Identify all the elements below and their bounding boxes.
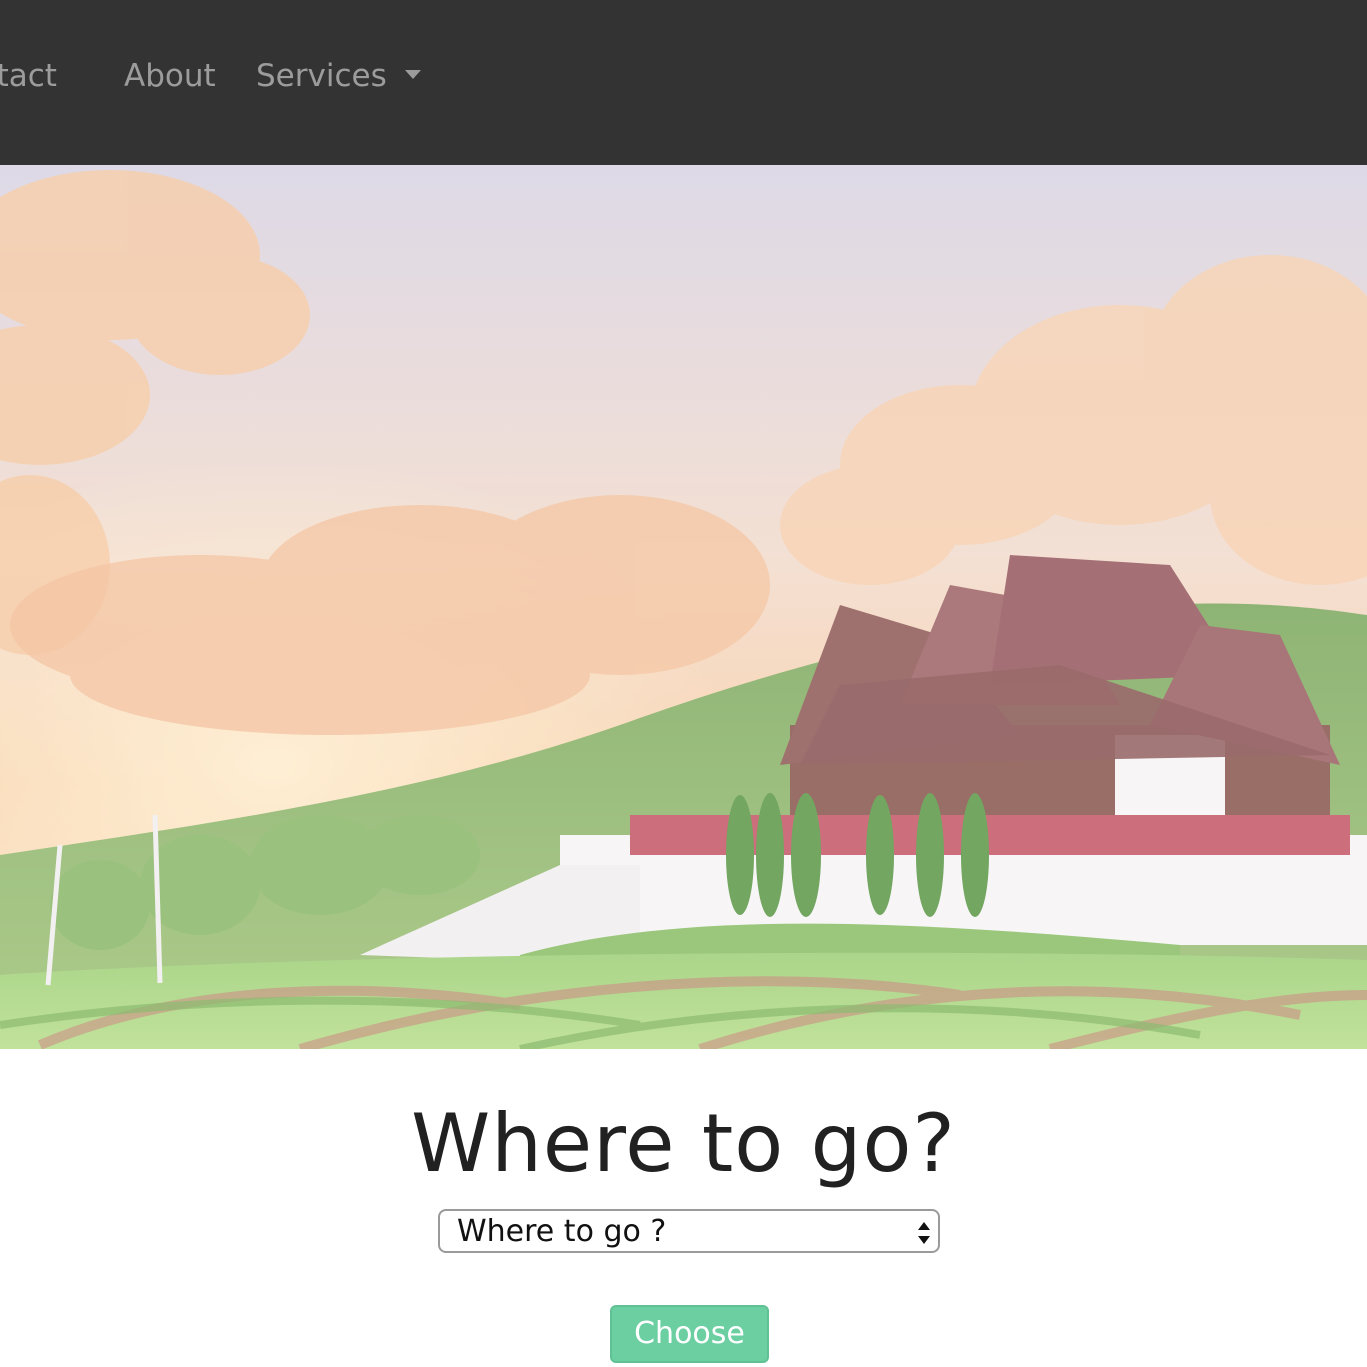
destination-select-value: Where to go ? xyxy=(457,1214,667,1249)
services-dropdown-caret-icon[interactable] xyxy=(405,70,421,79)
destination-select[interactable]: Where to go ? xyxy=(438,1209,940,1253)
nav-link-about[interactable]: About xyxy=(124,52,216,100)
nav-link-services[interactable]: Services xyxy=(256,52,387,100)
hero-image xyxy=(0,165,1367,1049)
nav-link-contact[interactable]: ontact xyxy=(0,52,57,100)
top-navbar: ontact About Services xyxy=(0,0,1367,165)
select-updown-icon xyxy=(918,1222,930,1244)
choose-button[interactable]: Choose xyxy=(610,1305,769,1363)
page-title: Where to go? xyxy=(411,1097,956,1190)
temple-landscape-illustration xyxy=(0,165,1367,1049)
